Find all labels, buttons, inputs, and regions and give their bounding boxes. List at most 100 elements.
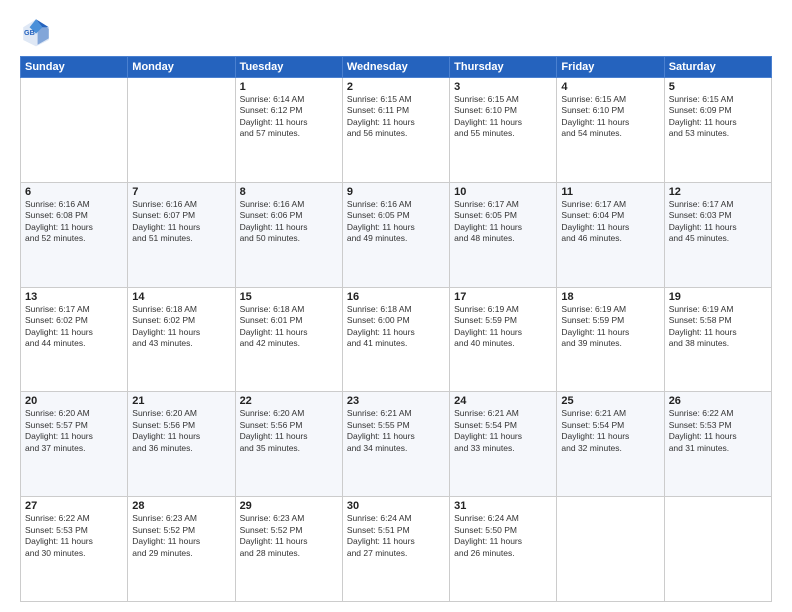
svg-text:GB: GB — [24, 28, 35, 37]
weekday-header-friday: Friday — [557, 57, 664, 78]
day-info: Sunrise: 6:16 AM Sunset: 6:05 PM Dayligh… — [347, 199, 445, 245]
day-number: 3 — [454, 81, 552, 93]
day-number: 23 — [347, 395, 445, 407]
day-info: Sunrise: 6:15 AM Sunset: 6:09 PM Dayligh… — [669, 94, 767, 140]
day-number: 12 — [669, 186, 767, 198]
calendar-cell: 15Sunrise: 6:18 AM Sunset: 6:01 PM Dayli… — [235, 287, 342, 392]
day-number: 8 — [240, 186, 338, 198]
day-number: 13 — [25, 291, 123, 303]
day-info: Sunrise: 6:19 AM Sunset: 5:59 PM Dayligh… — [561, 304, 659, 350]
weekday-header-thursday: Thursday — [450, 57, 557, 78]
calendar-cell: 11Sunrise: 6:17 AM Sunset: 6:04 PM Dayli… — [557, 182, 664, 287]
day-number: 7 — [132, 186, 230, 198]
page: GB SundayMondayTuesdayWednesdayThursdayF… — [0, 0, 792, 612]
calendar-cell: 25Sunrise: 6:21 AM Sunset: 5:54 PM Dayli… — [557, 392, 664, 497]
day-info: Sunrise: 6:23 AM Sunset: 5:52 PM Dayligh… — [240, 513, 338, 559]
day-number: 27 — [25, 500, 123, 512]
day-info: Sunrise: 6:16 AM Sunset: 6:07 PM Dayligh… — [132, 199, 230, 245]
calendar-cell: 23Sunrise: 6:21 AM Sunset: 5:55 PM Dayli… — [342, 392, 449, 497]
day-info: Sunrise: 6:15 AM Sunset: 6:10 PM Dayligh… — [561, 94, 659, 140]
day-info: Sunrise: 6:17 AM Sunset: 6:02 PM Dayligh… — [25, 304, 123, 350]
day-number: 21 — [132, 395, 230, 407]
day-info: Sunrise: 6:19 AM Sunset: 5:59 PM Dayligh… — [454, 304, 552, 350]
calendar-cell — [664, 497, 771, 602]
calendar-cell: 19Sunrise: 6:19 AM Sunset: 5:58 PM Dayli… — [664, 287, 771, 392]
day-info: Sunrise: 6:20 AM Sunset: 5:56 PM Dayligh… — [240, 408, 338, 454]
day-number: 1 — [240, 81, 338, 93]
logo-icon: GB — [20, 16, 52, 48]
calendar-cell: 29Sunrise: 6:23 AM Sunset: 5:52 PM Dayli… — [235, 497, 342, 602]
day-number: 11 — [561, 186, 659, 198]
day-number: 20 — [25, 395, 123, 407]
day-info: Sunrise: 6:19 AM Sunset: 5:58 PM Dayligh… — [669, 304, 767, 350]
logo: GB — [20, 16, 56, 48]
day-info: Sunrise: 6:23 AM Sunset: 5:52 PM Dayligh… — [132, 513, 230, 559]
day-info: Sunrise: 6:21 AM Sunset: 5:54 PM Dayligh… — [454, 408, 552, 454]
weekday-header-tuesday: Tuesday — [235, 57, 342, 78]
calendar-week-3: 13Sunrise: 6:17 AM Sunset: 6:02 PM Dayli… — [21, 287, 772, 392]
calendar-cell: 10Sunrise: 6:17 AM Sunset: 6:05 PM Dayli… — [450, 182, 557, 287]
calendar-week-5: 27Sunrise: 6:22 AM Sunset: 5:53 PM Dayli… — [21, 497, 772, 602]
calendar-cell: 21Sunrise: 6:20 AM Sunset: 5:56 PM Dayli… — [128, 392, 235, 497]
calendar-cell: 9Sunrise: 6:16 AM Sunset: 6:05 PM Daylig… — [342, 182, 449, 287]
day-info: Sunrise: 6:16 AM Sunset: 6:06 PM Dayligh… — [240, 199, 338, 245]
calendar-cell: 20Sunrise: 6:20 AM Sunset: 5:57 PM Dayli… — [21, 392, 128, 497]
calendar-week-2: 6Sunrise: 6:16 AM Sunset: 6:08 PM Daylig… — [21, 182, 772, 287]
day-number: 19 — [669, 291, 767, 303]
calendar-cell: 22Sunrise: 6:20 AM Sunset: 5:56 PM Dayli… — [235, 392, 342, 497]
day-number: 2 — [347, 81, 445, 93]
calendar-cell: 7Sunrise: 6:16 AM Sunset: 6:07 PM Daylig… — [128, 182, 235, 287]
header: GB — [20, 16, 772, 48]
calendar-cell: 16Sunrise: 6:18 AM Sunset: 6:00 PM Dayli… — [342, 287, 449, 392]
day-number: 22 — [240, 395, 338, 407]
calendar-cell: 6Sunrise: 6:16 AM Sunset: 6:08 PM Daylig… — [21, 182, 128, 287]
weekday-header-monday: Monday — [128, 57, 235, 78]
calendar-cell: 30Sunrise: 6:24 AM Sunset: 5:51 PM Dayli… — [342, 497, 449, 602]
day-number: 18 — [561, 291, 659, 303]
calendar-cell: 27Sunrise: 6:22 AM Sunset: 5:53 PM Dayli… — [21, 497, 128, 602]
day-info: Sunrise: 6:20 AM Sunset: 5:56 PM Dayligh… — [132, 408, 230, 454]
day-info: Sunrise: 6:22 AM Sunset: 5:53 PM Dayligh… — [25, 513, 123, 559]
calendar-cell: 18Sunrise: 6:19 AM Sunset: 5:59 PM Dayli… — [557, 287, 664, 392]
calendar-cell: 1Sunrise: 6:14 AM Sunset: 6:12 PM Daylig… — [235, 78, 342, 183]
calendar-cell — [21, 78, 128, 183]
day-number: 10 — [454, 186, 552, 198]
calendar-cell: 13Sunrise: 6:17 AM Sunset: 6:02 PM Dayli… — [21, 287, 128, 392]
weekday-header-sunday: Sunday — [21, 57, 128, 78]
day-number: 6 — [25, 186, 123, 198]
day-number: 14 — [132, 291, 230, 303]
day-info: Sunrise: 6:21 AM Sunset: 5:55 PM Dayligh… — [347, 408, 445, 454]
day-number: 31 — [454, 500, 552, 512]
day-number: 9 — [347, 186, 445, 198]
day-info: Sunrise: 6:17 AM Sunset: 6:04 PM Dayligh… — [561, 199, 659, 245]
day-number: 5 — [669, 81, 767, 93]
calendar-table: SundayMondayTuesdayWednesdayThursdayFrid… — [20, 56, 772, 602]
day-info: Sunrise: 6:24 AM Sunset: 5:50 PM Dayligh… — [454, 513, 552, 559]
day-number: 15 — [240, 291, 338, 303]
calendar-cell: 31Sunrise: 6:24 AM Sunset: 5:50 PM Dayli… — [450, 497, 557, 602]
day-info: Sunrise: 6:14 AM Sunset: 6:12 PM Dayligh… — [240, 94, 338, 140]
day-info: Sunrise: 6:22 AM Sunset: 5:53 PM Dayligh… — [669, 408, 767, 454]
day-info: Sunrise: 6:24 AM Sunset: 5:51 PM Dayligh… — [347, 513, 445, 559]
calendar-cell: 4Sunrise: 6:15 AM Sunset: 6:10 PM Daylig… — [557, 78, 664, 183]
day-number: 17 — [454, 291, 552, 303]
calendar-header-row: SundayMondayTuesdayWednesdayThursdayFrid… — [21, 57, 772, 78]
day-number: 4 — [561, 81, 659, 93]
day-info: Sunrise: 6:15 AM Sunset: 6:10 PM Dayligh… — [454, 94, 552, 140]
day-number: 29 — [240, 500, 338, 512]
day-number: 28 — [132, 500, 230, 512]
day-info: Sunrise: 6:18 AM Sunset: 6:00 PM Dayligh… — [347, 304, 445, 350]
day-info: Sunrise: 6:17 AM Sunset: 6:05 PM Dayligh… — [454, 199, 552, 245]
calendar-week-4: 20Sunrise: 6:20 AM Sunset: 5:57 PM Dayli… — [21, 392, 772, 497]
day-info: Sunrise: 6:18 AM Sunset: 6:01 PM Dayligh… — [240, 304, 338, 350]
day-info: Sunrise: 6:18 AM Sunset: 6:02 PM Dayligh… — [132, 304, 230, 350]
day-number: 24 — [454, 395, 552, 407]
day-number: 16 — [347, 291, 445, 303]
calendar-cell — [128, 78, 235, 183]
calendar-cell: 5Sunrise: 6:15 AM Sunset: 6:09 PM Daylig… — [664, 78, 771, 183]
calendar-cell: 2Sunrise: 6:15 AM Sunset: 6:11 PM Daylig… — [342, 78, 449, 183]
calendar-cell: 28Sunrise: 6:23 AM Sunset: 5:52 PM Dayli… — [128, 497, 235, 602]
weekday-header-saturday: Saturday — [664, 57, 771, 78]
day-number: 26 — [669, 395, 767, 407]
day-info: Sunrise: 6:20 AM Sunset: 5:57 PM Dayligh… — [25, 408, 123, 454]
